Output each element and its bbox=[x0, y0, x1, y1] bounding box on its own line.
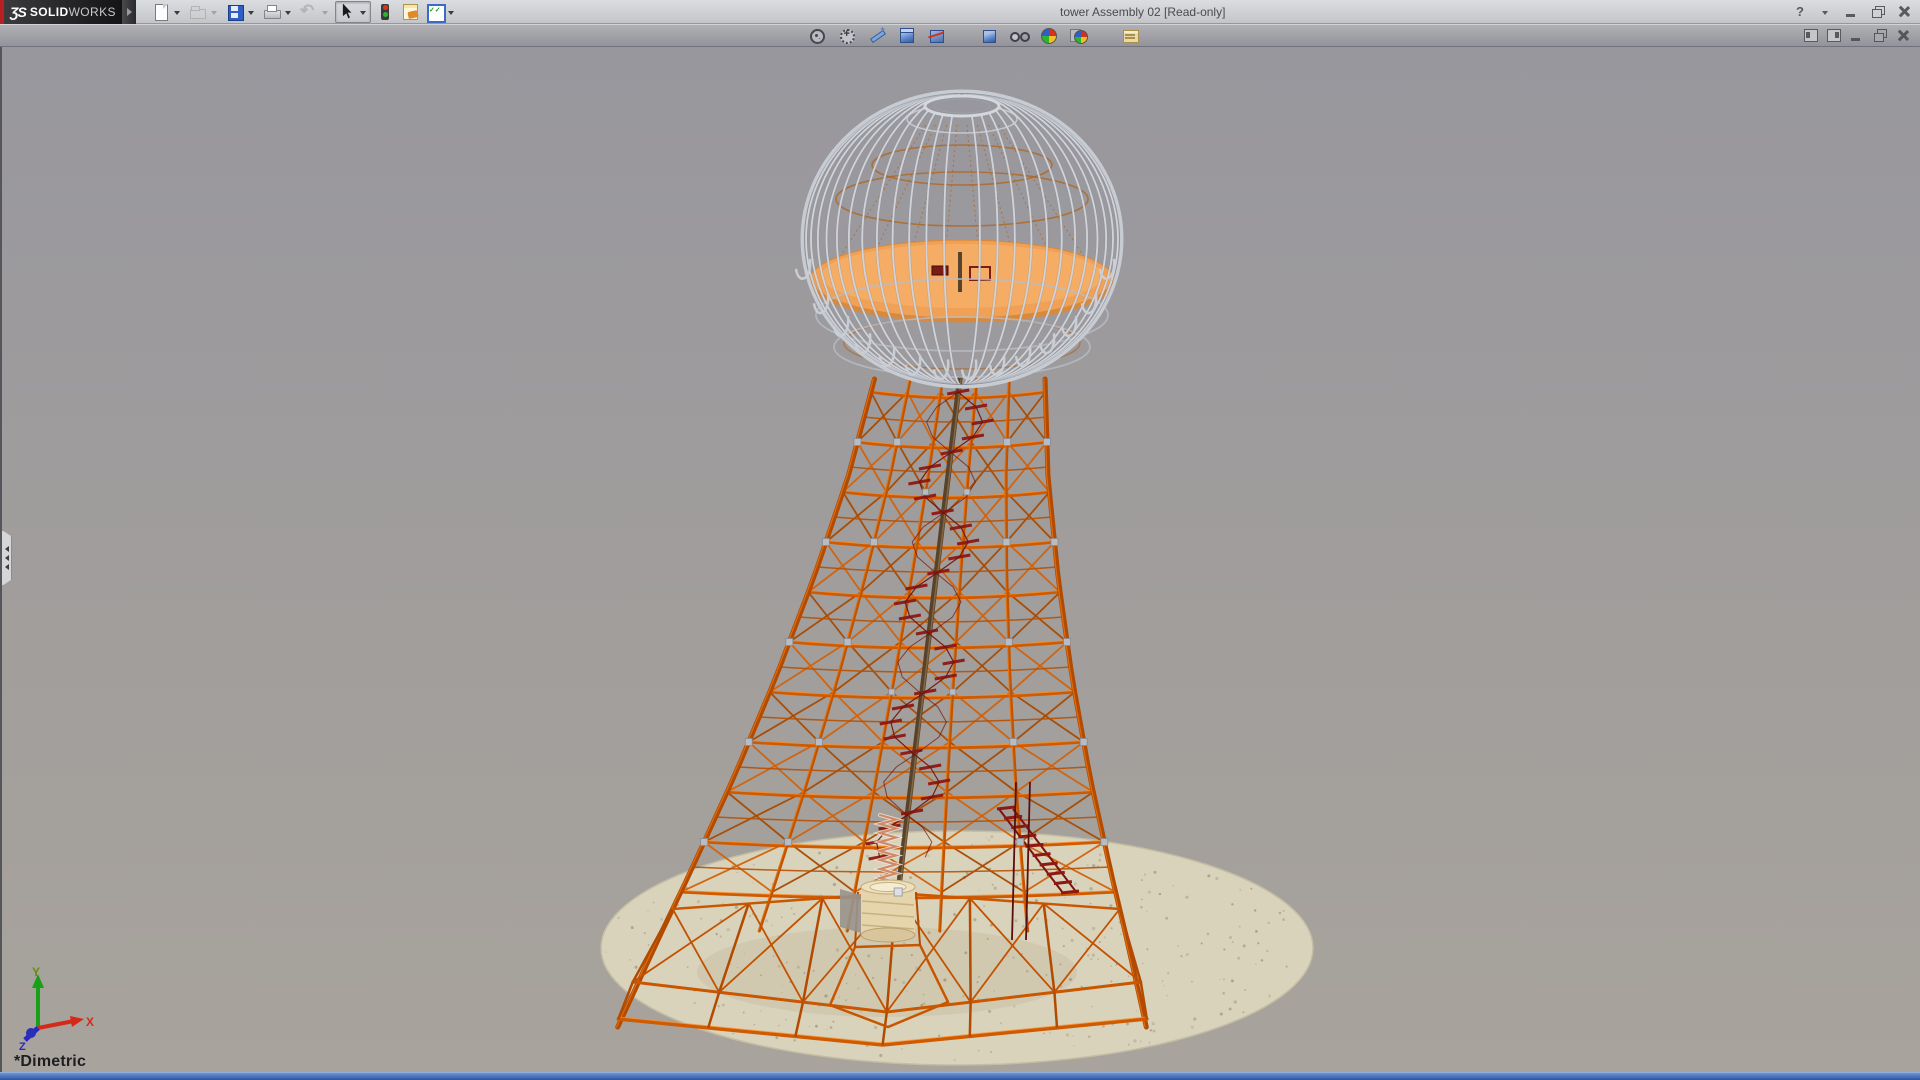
print-dropdown-caret[interactable] bbox=[283, 4, 294, 20]
hide-show-items-icon[interactable] bbox=[1009, 26, 1028, 45]
zoom-to-area-icon[interactable] bbox=[837, 26, 856, 45]
logo-flyout-arrow[interactable] bbox=[122, 0, 136, 24]
undo-icon[interactable] bbox=[299, 2, 319, 22]
print-icon[interactable] bbox=[262, 2, 282, 22]
open-icon[interactable] bbox=[188, 2, 208, 22]
view-orientation-icon[interactable] bbox=[897, 26, 916, 45]
save-dropdown-caret[interactable] bbox=[246, 4, 257, 20]
new-document-icon[interactable] bbox=[151, 2, 171, 22]
section-view-icon[interactable] bbox=[927, 26, 946, 45]
new-document-dropdown-caret[interactable] bbox=[172, 4, 183, 20]
brand-mark: ƷS bbox=[10, 4, 26, 20]
graphics-area[interactable]: Y X Z *Dimetric bbox=[0, 47, 1920, 1072]
view-orientation-label: *Dimetric bbox=[14, 1053, 86, 1071]
save-icon[interactable] bbox=[225, 2, 245, 22]
triad-x-label: X bbox=[86, 1015, 94, 1029]
rebuild-icon[interactable] bbox=[375, 2, 395, 22]
select-icon[interactable] bbox=[337, 2, 357, 22]
view-settings-icon[interactable] bbox=[1121, 26, 1140, 45]
solidworks-window: ƷS SOLIDWORKS tower Assembly 02 [Read-on… bbox=[0, 0, 1920, 1080]
select-dropdown-caret[interactable] bbox=[358, 4, 369, 20]
options-dropdown-caret[interactable] bbox=[446, 4, 457, 20]
feature-manager-collapsed-tab[interactable] bbox=[2, 530, 12, 586]
window-title: tower Assembly 02 [Read-only] bbox=[1060, 5, 1225, 19]
zoom-to-fit-icon[interactable] bbox=[807, 26, 826, 45]
help-caret-icon[interactable] bbox=[1818, 4, 1834, 20]
file-properties-icon[interactable] bbox=[400, 2, 420, 22]
title-bar: ƷS SOLIDWORKS tower Assembly 02 [Read-on… bbox=[0, 0, 1920, 24]
triad-z-label: Z bbox=[19, 1041, 26, 1050]
solidworks-logo: ƷS SOLIDWORKS bbox=[0, 0, 122, 24]
options-icon[interactable] bbox=[425, 2, 445, 22]
3d-model-tower-assembly[interactable] bbox=[2, 47, 1920, 1072]
document-minimize-button[interactable] bbox=[1850, 29, 1864, 42]
display-style-icon[interactable] bbox=[979, 26, 998, 45]
edit-appearance-icon[interactable] bbox=[1039, 26, 1058, 45]
logo-red-accent bbox=[0, 0, 4, 24]
headsup-view-toolbar bbox=[806, 25, 1141, 46]
collapse-left-panel-icon[interactable] bbox=[1804, 29, 1818, 42]
restore-button[interactable] bbox=[1870, 4, 1886, 20]
collapse-right-panel-icon[interactable] bbox=[1827, 29, 1841, 42]
open-dropdown-caret[interactable] bbox=[209, 4, 220, 20]
help-icon[interactable]: ? bbox=[1792, 4, 1808, 20]
taskbar-edge[interactable] bbox=[0, 1072, 1920, 1080]
window-controls: ? bbox=[1792, 0, 1912, 24]
standard-toolbar bbox=[150, 1, 458, 23]
apply-scene-icon[interactable] bbox=[1069, 26, 1088, 45]
menu-bar bbox=[0, 24, 1920, 47]
minimize-button[interactable] bbox=[1844, 4, 1860, 20]
document-close-button[interactable] bbox=[1896, 29, 1910, 42]
triad-y-label: Y bbox=[32, 966, 40, 979]
undo-dropdown-caret[interactable] bbox=[320, 4, 331, 20]
document-restore-button[interactable] bbox=[1873, 29, 1887, 42]
brand-solid: SOLID bbox=[30, 5, 69, 19]
close-button[interactable] bbox=[1896, 4, 1912, 20]
brand-works: WORKS bbox=[69, 5, 116, 19]
document-window-controls bbox=[1804, 25, 1910, 46]
previous-view-icon[interactable] bbox=[867, 26, 886, 45]
reference-triad: Y X Z bbox=[18, 966, 96, 1050]
